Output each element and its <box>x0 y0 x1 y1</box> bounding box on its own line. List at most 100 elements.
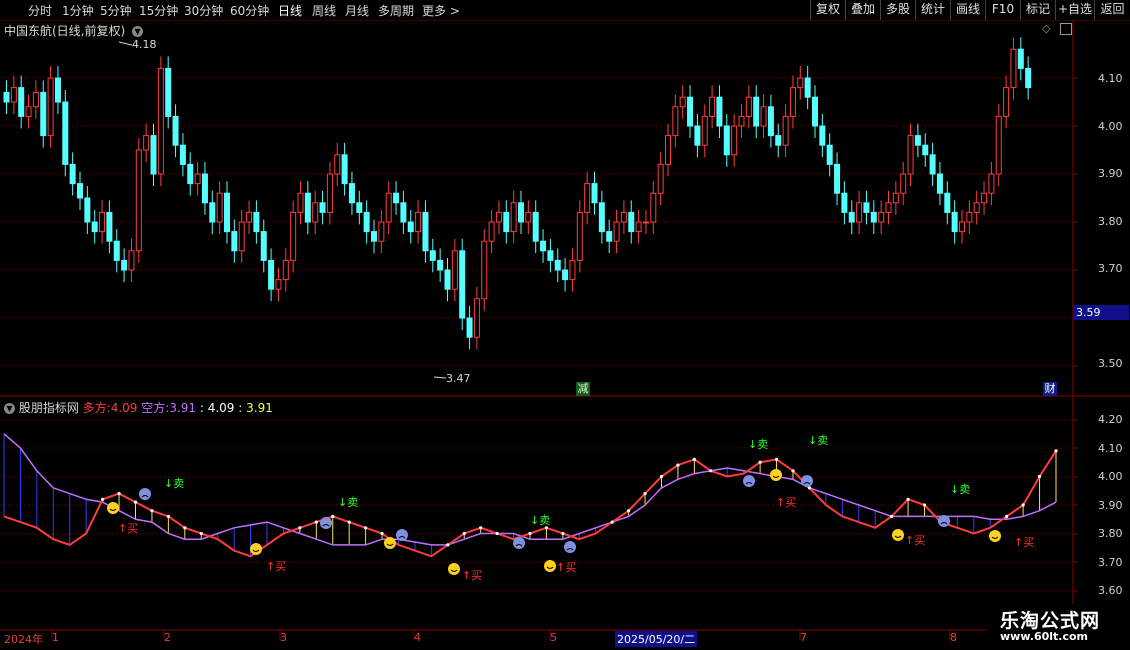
candle-body <box>892 192 899 204</box>
candle-body <box>1025 67 1032 89</box>
candle-body <box>466 317 473 338</box>
stock-chart-canvas[interactable] <box>0 0 1130 650</box>
window-toggle-icon[interactable] <box>1060 23 1072 35</box>
watermark-title: 乐淘公式网 <box>1000 610 1101 632</box>
dividend-marker[interactable]: 减 <box>576 382 590 396</box>
candle-body <box>400 202 407 223</box>
candle-body <box>135 149 142 252</box>
dropdown-circle-icon[interactable]: ▼ <box>132 26 144 37</box>
candle-body <box>694 125 701 146</box>
frown-icon <box>564 541 576 553</box>
candle-body <box>731 125 738 156</box>
date-label-3: 3 <box>280 631 287 644</box>
candle-body <box>429 250 436 261</box>
candle-body <box>944 192 951 213</box>
candle-body <box>253 211 260 233</box>
sell-signal-1: ↓卖 <box>164 477 185 490</box>
candle-body <box>473 298 480 338</box>
candle-body <box>348 183 355 204</box>
frown-icon <box>396 529 408 541</box>
candle-body <box>187 163 194 185</box>
sell-signal-4: ↓卖 <box>748 438 769 451</box>
candle-body <box>106 211 113 242</box>
ind-y-tick-3.70: 3.70 <box>1098 556 1123 569</box>
date-label-8: 8 <box>950 631 957 644</box>
main-chart-title: 中国东航(日线,前复权) ▼ <box>4 22 144 39</box>
candle-body <box>510 202 517 233</box>
watermark: 乐淘公式网 www.60lt.com <box>986 604 1130 650</box>
date-label-1: 1 <box>52 631 59 644</box>
candle-body <box>231 231 238 252</box>
duofang-dot <box>364 526 368 530</box>
buy-signal-2: ↑买 <box>266 560 287 573</box>
current-price-badge: 3.59 <box>1073 305 1129 320</box>
smiley-icon <box>250 543 262 555</box>
candle-body <box>444 269 451 290</box>
frown-icon <box>513 537 525 549</box>
y-tick-3.70: 3.70 <box>1098 262 1123 275</box>
candle-body <box>54 77 61 103</box>
candle-body <box>775 135 782 146</box>
candle-body <box>143 135 150 151</box>
candle-body <box>834 163 841 194</box>
candle-body <box>260 231 267 261</box>
candle-body <box>224 192 230 233</box>
duofang-dot <box>906 497 910 501</box>
sell-signal-5: ↓卖 <box>808 434 829 447</box>
candle-body <box>900 173 907 194</box>
duofang-dot <box>1021 503 1025 507</box>
duofang-dot <box>462 531 466 536</box>
candle-body <box>723 125 730 156</box>
duofang-dot <box>331 514 335 519</box>
y-tick-3.90: 3.90 <box>1098 167 1123 180</box>
duofang-value: 4.09 <box>110 401 138 415</box>
candle-body <box>209 202 216 223</box>
duofang-dot <box>347 520 351 524</box>
candle-body <box>40 91 47 137</box>
ind-y-tick-3.90: 3.90 <box>1098 499 1123 512</box>
duofang-dot <box>627 509 631 513</box>
candle-body <box>620 211 627 223</box>
smiley-icon <box>544 560 556 572</box>
candle-body <box>606 231 613 242</box>
candle-body <box>415 211 422 233</box>
ind-y-tick-4.00: 4.00 <box>1098 470 1123 483</box>
candle-body <box>341 154 348 185</box>
diamond-icon[interactable]: ◇ <box>1042 22 1050 35</box>
duofang-dot <box>166 514 170 519</box>
candle-body <box>47 77 54 137</box>
candle-body <box>650 192 657 223</box>
buy-signal-1: ↑买 <box>118 522 139 535</box>
candle-body <box>393 192 400 204</box>
duofang-dot <box>922 503 927 507</box>
smiley-icon <box>107 502 119 514</box>
candle-body <box>128 250 135 271</box>
candle-body <box>437 259 444 271</box>
duofang-dot <box>1054 449 1058 453</box>
candle-body <box>172 115 179 146</box>
candle-body <box>635 221 642 233</box>
duofang-dot <box>791 469 795 473</box>
sell-signal-2: ↓卖 <box>338 496 359 509</box>
sell-signal-3: ↓卖 <box>530 514 551 527</box>
candle-body <box>745 96 752 117</box>
candle-body <box>297 192 304 213</box>
candle-body <box>973 202 980 213</box>
candle-body <box>25 106 32 117</box>
candle-body <box>562 269 569 281</box>
candle-body <box>789 87 796 117</box>
duofang-dot <box>199 531 203 536</box>
candle-body <box>665 135 671 165</box>
candle-body <box>69 163 76 185</box>
kongfang-line <box>3 433 1057 546</box>
date-label-7: 7 <box>800 631 807 644</box>
candle-body <box>569 259 576 281</box>
duofang-dot <box>528 531 532 536</box>
candle-body <box>525 211 532 223</box>
stock-name-label: 中国东航(日线,前复权) <box>4 24 126 38</box>
candle-body <box>812 96 818 127</box>
dropdown-circle-icon[interactable]: ▼ <box>4 403 15 414</box>
finance-marker[interactable]: 财 <box>1043 382 1057 396</box>
candle-body <box>959 221 965 233</box>
candle-body <box>326 173 333 213</box>
